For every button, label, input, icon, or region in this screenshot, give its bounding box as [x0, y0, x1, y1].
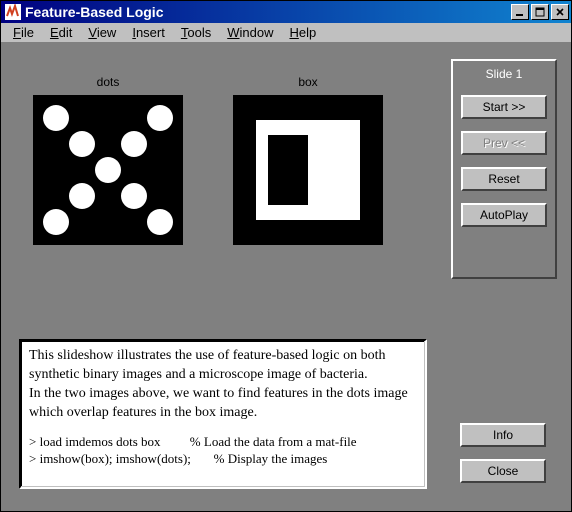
menu-edit[interactable]: Edit: [42, 23, 80, 42]
reset-button[interactable]: Reset: [461, 167, 547, 191]
menu-view[interactable]: View: [80, 23, 124, 42]
bottom-button-group: Info Close: [455, 423, 551, 483]
description-paragraph-1: This slideshow illustrates the use of fe…: [29, 347, 417, 385]
maximize-button[interactable]: [531, 4, 549, 20]
menu-file[interactable]: File: [5, 23, 42, 42]
image-box-label: box: [298, 75, 317, 89]
image-area: dots box: [33, 75, 403, 265]
application-window: Feature-Based Logic File Edit View Inser…: [0, 0, 572, 512]
image-box: [233, 95, 383, 245]
menu-tools[interactable]: Tools: [173, 23, 219, 42]
image-box-container: box: [233, 75, 383, 265]
close-app-button[interactable]: Close: [460, 459, 546, 483]
close-button[interactable]: [551, 4, 569, 20]
client-area: dots box: [1, 43, 571, 511]
menu-window[interactable]: Window: [219, 23, 281, 42]
prev-button: Prev <<: [461, 131, 547, 155]
menu-insert[interactable]: Insert: [124, 23, 173, 42]
autoplay-button[interactable]: AutoPlay: [461, 203, 547, 227]
description-panel: This slideshow illustrates the use of fe…: [19, 339, 427, 489]
app-icon: [5, 4, 21, 20]
window-controls: [511, 4, 569, 20]
window-title: Feature-Based Logic: [25, 4, 511, 20]
titlebar: Feature-Based Logic: [1, 1, 571, 23]
info-button[interactable]: Info: [460, 423, 546, 447]
code-line-1: > load imdemos dots box % Load the data …: [29, 433, 417, 451]
image-dots-container: dots: [33, 75, 183, 265]
slide-indicator: Slide 1: [486, 67, 523, 81]
minimize-button[interactable]: [511, 4, 529, 20]
start-button[interactable]: Start >>: [461, 95, 547, 119]
image-dots: [33, 95, 183, 245]
menu-help[interactable]: Help: [281, 23, 324, 42]
slideshow-control-panel: Slide 1 Start >> Prev << Reset AutoPlay: [451, 59, 557, 279]
image-dots-label: dots: [97, 75, 120, 89]
menubar: File Edit View Insert Tools Window Help: [1, 23, 571, 43]
description-paragraph-2: In the two images above, we want to find…: [29, 385, 417, 423]
code-line-2: > imshow(box); imshow(dots); % Display t…: [29, 450, 417, 468]
